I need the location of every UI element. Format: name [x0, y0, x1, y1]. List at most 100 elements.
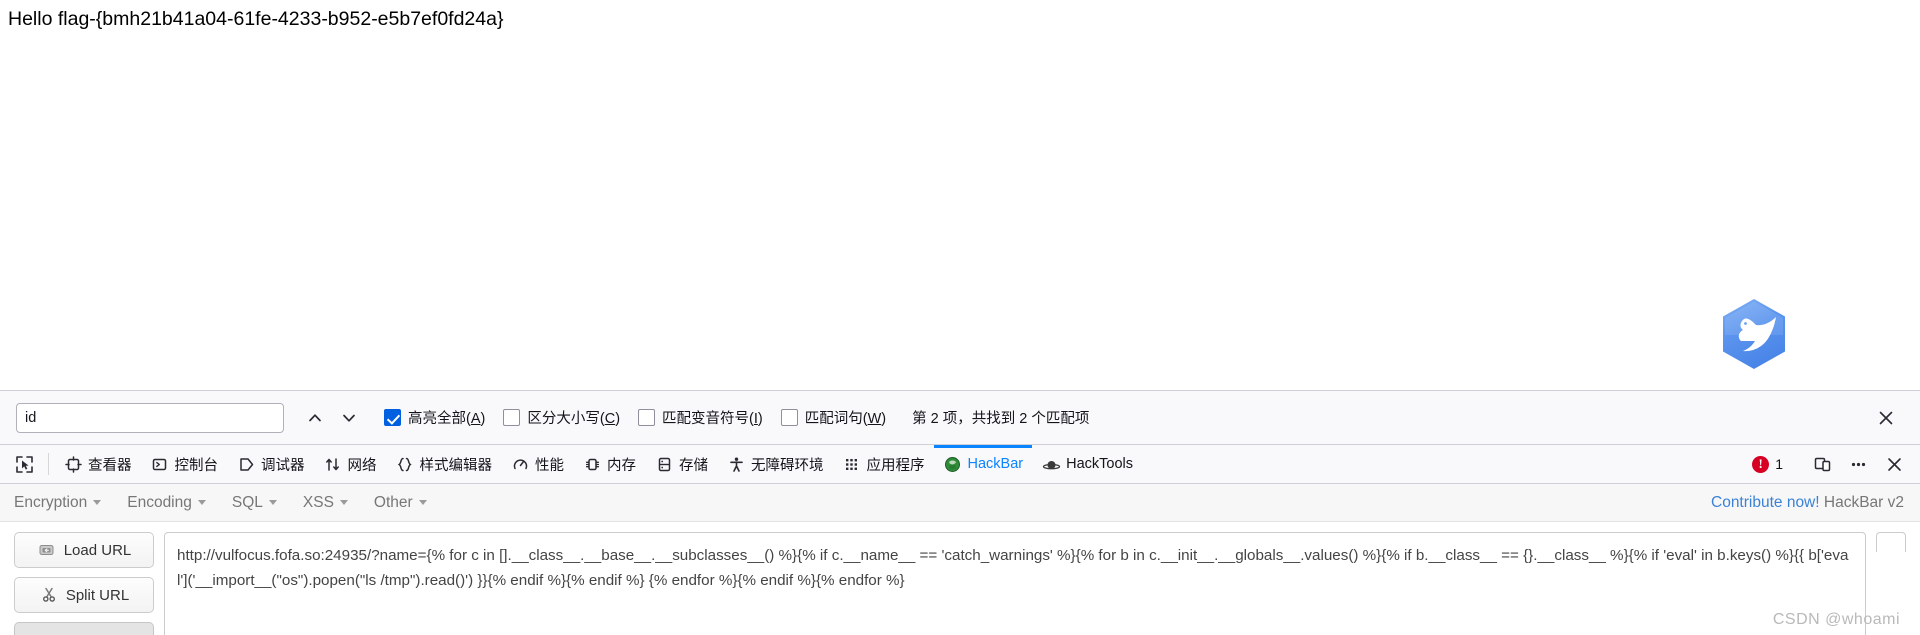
watermark: CSDN @whoami: [1772, 611, 1900, 628]
menu-label: Encoding: [127, 493, 192, 511]
find-option-match-case[interactable]: 区分大小写(C): [503, 407, 620, 428]
find-bar: 高亮全部(A) 区分大小写(C) 匹配变音符号(I) 匹配词句(W) 第 2 项…: [0, 390, 1920, 444]
devtools-menu-button[interactable]: [1842, 449, 1874, 479]
devtools-tab-console[interactable]: 控制台: [141, 445, 228, 483]
hackbar-icon: [943, 455, 963, 473]
checkbox-match-diacritics[interactable]: [638, 409, 656, 426]
hackbar-menu-xss[interactable]: XSS: [303, 494, 348, 512]
error-count-badge[interactable]: ! 1: [1752, 455, 1783, 473]
menu-label: XSS: [302, 493, 334, 511]
devtools-tab-style-editor[interactable]: 样式编辑器: [386, 445, 502, 483]
find-option-label: 区分大小写(C): [527, 411, 621, 427]
close-icon: [1879, 411, 1893, 424]
devtools-tab-label: 样式编辑器: [419, 457, 493, 474]
devtools-tab-debugger[interactable]: 调试器: [227, 445, 314, 483]
toolbar-divider: [48, 453, 49, 475]
devtools-tab-label: 网络: [347, 457, 377, 474]
responsive-design-icon: [1814, 457, 1830, 471]
devtools-tab-storage[interactable]: 存储: [645, 445, 717, 483]
devtools-tab-label: 应用程序: [866, 457, 925, 474]
chevron-down-icon: [268, 500, 277, 505]
load-url-icon: [37, 541, 57, 559]
devtools-tab-label: 调试器: [261, 457, 305, 474]
find-option-highlight-all[interactable]: 高亮全部(A): [384, 407, 485, 428]
devtools-tab-memory[interactable]: 内存: [573, 445, 645, 483]
blue-hexagon-bird-logo: [1712, 292, 1796, 376]
storage-icon: [654, 455, 674, 473]
menu-label: Other: [373, 493, 413, 511]
menu-label: Encryption: [14, 493, 88, 511]
find-input[interactable]: [16, 402, 284, 433]
browser-window: Hello flag-{bmh21b41a04-61fe-4233-b952-e…: [0, 0, 1920, 635]
find-next-button[interactable]: [332, 402, 366, 434]
element-picker-button[interactable]: [5, 445, 43, 483]
memory-icon: [582, 455, 602, 473]
devtools-tab-label: 性能: [535, 457, 564, 474]
chevron-down-icon: [418, 500, 427, 505]
devtools-tab-accessibility[interactable]: 无障碍环境: [717, 445, 833, 483]
devtools-tab-label: HackBar: [967, 456, 1024, 472]
load-url-button[interactable]: Load URL: [14, 532, 154, 568]
hackbar-menu-sql[interactable]: SQL: [232, 494, 277, 512]
responsive-design-mode-button[interactable]: [1806, 449, 1838, 479]
devtools-toolbar: 查看器 控制台 调试器 网络 样式编辑器 性能 内存 存储 无障碍环境 应用程序…: [0, 444, 1920, 484]
performance-icon: [510, 455, 530, 473]
accessibility-icon: [726, 455, 746, 473]
devtools-tab-application[interactable]: 应用程序: [833, 445, 934, 483]
find-previous-button[interactable]: [298, 402, 332, 434]
hackbar-version-label: HackBar v2: [1823, 493, 1904, 511]
devtools-tab-hacktools[interactable]: HackTools: [1032, 445, 1142, 483]
chevron-up-icon: [309, 413, 321, 421]
hackbar-url-input[interactable]: http://vulfocus.fofa.so:24935/?name={% f…: [164, 532, 1866, 635]
error-count-label: 1: [1775, 456, 1783, 472]
page-body-text: Hello flag-{bmh21b41a04-61fe-4233-b952-e…: [8, 8, 504, 30]
inspector-icon: [63, 455, 83, 473]
devtools-tab-hackbar[interactable]: HackBar: [933, 445, 1033, 483]
application-icon: [842, 455, 862, 473]
console-icon: [150, 455, 170, 473]
devtools-tab-label: HackTools: [1066, 456, 1133, 472]
find-option-label: 匹配变音符号(I): [662, 411, 763, 427]
devtools-close-button[interactable]: [1878, 449, 1910, 479]
hackbar-menu-encryption[interactable]: Encryption: [14, 493, 102, 512]
chevron-down-icon: [93, 500, 102, 505]
meatball-menu-icon: [1851, 462, 1865, 466]
find-option-whole-words[interactable]: 匹配词句(W): [780, 407, 887, 428]
find-option-match-diacritics[interactable]: 匹配变音符号(I): [638, 407, 763, 428]
find-close-button[interactable]: [1870, 402, 1902, 434]
find-option-label: 高亮全部(A): [408, 411, 486, 427]
devtools-toolbar-right: ! 1: [1752, 445, 1920, 483]
hackbar-side-panel: [1876, 532, 1906, 552]
devtools-tab-label: 无障碍环境: [751, 457, 824, 474]
checkbox-match-case[interactable]: [503, 409, 521, 426]
devtools-tab-label: 查看器: [88, 457, 132, 474]
hackbar-execute-button[interactable]: [14, 622, 154, 635]
button-label: Load URL: [63, 541, 132, 559]
hackbar-button-column: Load URL Split URL: [14, 532, 154, 635]
checkbox-highlight-all[interactable]: [384, 409, 401, 426]
split-url-button[interactable]: Split URL: [14, 577, 154, 613]
hackbar-menu-other[interactable]: Other: [374, 494, 427, 512]
hacktools-icon: [1041, 455, 1061, 473]
devtools-tab-performance[interactable]: 性能: [501, 445, 573, 483]
devtools-tab-label: 存储: [679, 457, 708, 474]
chevron-down-icon: [343, 414, 355, 422]
devtools-tab-inspector[interactable]: 查看器: [54, 445, 141, 483]
devtools-tab-label: 控制台: [174, 457, 219, 474]
close-icon: [1887, 457, 1901, 471]
contribute-link[interactable]: Contribute now!: [1711, 494, 1820, 511]
element-picker-icon: [15, 455, 33, 473]
checkbox-whole-words[interactable]: [780, 409, 798, 426]
find-option-label: 匹配词句(W): [804, 411, 887, 427]
devtools-tab-network[interactable]: 网络: [314, 445, 386, 483]
style-editor-icon: [395, 455, 415, 473]
network-icon: [323, 455, 343, 473]
chevron-down-icon: [339, 500, 348, 505]
hackbar-menu-encoding[interactable]: Encoding: [127, 494, 206, 512]
hackbar-panel: Encryption Encoding SQL XSS Other Contri…: [0, 484, 1920, 635]
error-icon: !: [1752, 455, 1770, 473]
hackbar-menubar: Encryption Encoding SQL XSS Other Contri…: [0, 484, 1920, 522]
devtools-tab-label: 内存: [607, 457, 636, 474]
chevron-down-icon: [197, 500, 206, 505]
find-match-status: 第 2 项，共找到 2 个匹配项: [912, 411, 1090, 427]
